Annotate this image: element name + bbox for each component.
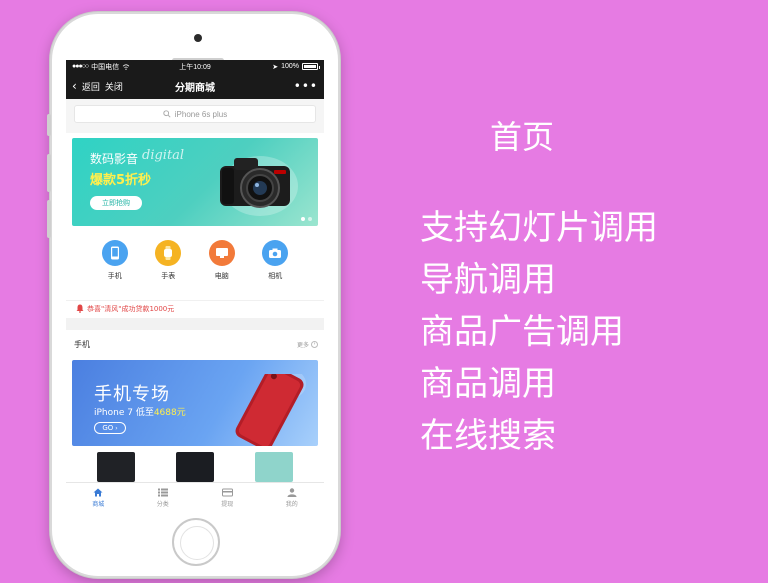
banner-promo-text: 爆款5折秒 (90, 173, 152, 188)
volume-down-button (47, 200, 51, 238)
bottom-tab-bar: 商城 分类 提现 我的 (66, 482, 324, 512)
feature-item: 支持幻灯片调用 (420, 208, 658, 248)
camera-icon (262, 240, 289, 266)
category-computer[interactable]: 电脑 (202, 240, 242, 292)
nav-bar: ‹ 返回 关闭 分期商城 ••• (66, 73, 324, 99)
product-thumbnail[interactable] (175, 452, 214, 482)
feature-item: 导航调用 (420, 260, 556, 300)
red-iphone-image (235, 374, 306, 446)
location-icon: ➤ (272, 63, 279, 71)
watch-icon (155, 240, 182, 266)
user-icon (287, 487, 297, 497)
feature-item: 在线搜索 (420, 416, 556, 456)
tab-label: 分类 (156, 500, 169, 508)
more-label: 更多 (296, 341, 309, 349)
battery-icon (302, 63, 320, 70)
computer-icon (208, 240, 235, 266)
go-button[interactable]: GO › (94, 422, 126, 434)
status-bar: ●●●○○ 中国电信 上午10:09 ➤ 100% (66, 60, 324, 73)
tab-mine[interactable]: 我的 (272, 487, 312, 508)
phone-section-header: 手机 更多 › (66, 330, 324, 358)
promo-subtitle-prefix: iPhone 7 低至 (94, 408, 154, 418)
search-bar: iPhone 6s plus (66, 99, 324, 133)
hero-banner[interactable]: 数码影音 digital 爆款5折秒 立即抢购 (72, 138, 318, 226)
arrow-right-icon: › (115, 424, 118, 432)
chevron-right-icon: › (311, 340, 318, 348)
category-label: 手表 (161, 272, 176, 280)
category-nav: 手机 手表 电脑 相机 (66, 240, 324, 292)
search-placeholder: iPhone 6s plus (174, 109, 228, 119)
carousel-dot[interactable] (301, 217, 305, 221)
promo-subtitle: iPhone 7 低至4688元 (94, 405, 186, 418)
carousel-dots (301, 217, 312, 221)
tab-category[interactable]: 分类 (143, 488, 183, 508)
phone-frame: ●●●○○ 中国电信 上午10:09 ➤ 100% ‹ 返回 关闭 分期商城 •… (47, 12, 340, 578)
battery-percent: 100% (281, 63, 299, 70)
go-label: GO (102, 424, 114, 432)
category-label: 相机 (268, 272, 283, 280)
phone-icon (101, 240, 128, 266)
carousel-dot[interactable] (308, 217, 312, 221)
bell-icon (76, 304, 84, 313)
home-icon (93, 488, 103, 496)
tab-label: 提现 (221, 500, 234, 508)
wifi-icon (122, 63, 130, 70)
feature-heading: 首页 (490, 118, 555, 156)
category-label: 电脑 (214, 272, 229, 280)
feature-list: 支持幻灯片调用 导航调用 商品广告调用 商品调用 在线搜索 (420, 202, 658, 462)
card-icon (221, 488, 233, 496)
loan-notice-ticker: 恭喜"清风"成功贷款1000元 (66, 300, 324, 316)
front-camera (194, 34, 202, 42)
signal-icon: ●●●○○ (72, 63, 89, 70)
section-divider (66, 318, 324, 330)
product-thumbnail[interactable] (96, 452, 135, 482)
promo-title: 手机专场 (94, 384, 170, 405)
product-thumbnail[interactable] (255, 452, 294, 482)
tab-label: 商城 (92, 500, 105, 508)
tab-mall[interactable]: 商城 (78, 488, 118, 508)
category-camera[interactable]: 相机 (255, 240, 295, 292)
phone-promo-banner[interactable]: 手机专场 iPhone 7 低至4688元 GO › (72, 360, 318, 446)
notice-text: 恭喜"清风"成功贷款1000元 (87, 304, 175, 313)
volume-up-button (47, 154, 51, 192)
promo-price: 4688元 (153, 408, 186, 418)
search-icon (163, 110, 171, 118)
category-phone[interactable]: 手机 (95, 240, 135, 292)
category-label: 手机 (107, 272, 122, 280)
feature-item: 商品广告调用 (420, 312, 624, 352)
page-title: 分期商城 (175, 82, 215, 94)
status-time: 上午10:09 (179, 63, 211, 71)
feature-item: 商品调用 (420, 364, 556, 404)
back-button[interactable]: 返回 (82, 80, 100, 93)
tab-withdraw[interactable]: 提现 (207, 488, 247, 508)
category-watch[interactable]: 手表 (148, 240, 188, 292)
banner-script-text: digital (142, 148, 185, 163)
search-input[interactable]: iPhone 6s plus (74, 105, 316, 123)
banner-headline: 数码影音 (90, 152, 139, 166)
more-link[interactable]: 更多 › (297, 340, 318, 349)
buy-now-button[interactable]: 立即抢购 (90, 196, 142, 210)
carrier-name: 中国电信 (91, 63, 120, 71)
home-button (172, 518, 220, 566)
tab-label: 我的 (285, 500, 298, 508)
product-list (66, 452, 324, 482)
phone-screen: ●●●○○ 中国电信 上午10:09 ➤ 100% ‹ 返回 关闭 分期商城 •… (66, 60, 324, 512)
section-title: 手机 (74, 339, 90, 349)
close-button[interactable]: 关闭 (105, 80, 123, 93)
mute-switch (47, 114, 51, 136)
more-menu-button[interactable]: ••• (238, 79, 318, 93)
chevron-left-icon[interactable]: ‹ (72, 80, 77, 92)
list-icon (157, 488, 168, 496)
dslr-camera-image (220, 156, 298, 216)
